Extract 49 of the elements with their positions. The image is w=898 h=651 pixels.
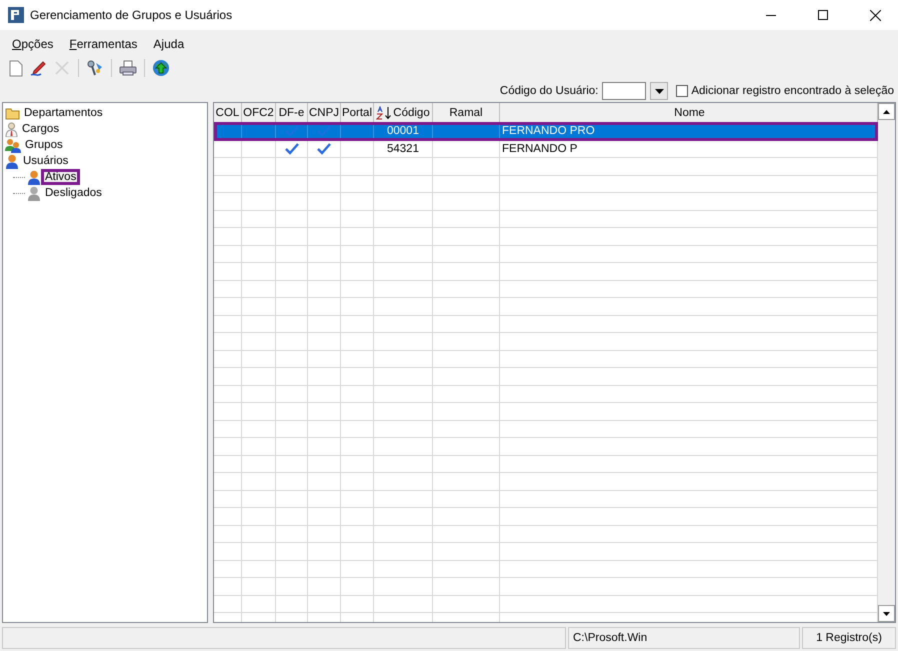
close-icon[interactable] <box>870 10 880 20</box>
menu-item[interactable]: Opções <box>4 35 62 53</box>
column-header[interactable]: Portal <box>341 103 374 122</box>
table-cell: FERNANDO P <box>502 142 578 155</box>
menu-item[interactable]: Ferramentas <box>61 35 146 53</box>
check-icon <box>284 125 298 138</box>
table-row[interactable]: 00001 FERNANDO PRO <box>214 123 878 140</box>
maximize-icon[interactable] <box>818 10 828 20</box>
sort-icon <box>376 106 392 120</box>
person-icon <box>5 122 18 136</box>
user-icon <box>27 186 41 200</box>
minimize-icon[interactable] <box>766 14 776 16</box>
window-title: Gerenciamento de Grupos e Usuários <box>30 8 234 22</box>
check-icon <box>317 125 331 138</box>
tree-item[interactable]: Departamentos <box>22 107 105 119</box>
status-path: C:\Prosoft.Win <box>573 632 648 644</box>
record-count: 1 Registro(s) <box>816 632 882 644</box>
app-logo-icon <box>8 7 24 23</box>
tree-item[interactable]: Cargos <box>20 123 62 135</box>
caret-down-icon <box>654 88 664 94</box>
table-cell: FERNANDO PRO <box>502 125 595 138</box>
column-header[interactable]: OFC2 <box>242 103 276 122</box>
table-cell: 00001 <box>387 125 419 138</box>
user-icon <box>5 154 19 168</box>
column-header[interactable]: Ramal <box>433 103 500 122</box>
check-icon <box>284 142 298 155</box>
caret-down-icon <box>883 612 890 616</box>
table-cell: 54321 <box>387 142 419 155</box>
tree-item[interactable]: Grupos <box>23 139 65 151</box>
field-label: Código do Usuário: <box>500 85 598 97</box>
scroll-up-button[interactable] <box>878 103 895 120</box>
tree-item[interactable]: Desligados <box>43 187 104 199</box>
check-icon <box>317 142 331 155</box>
tree-item[interactable]: Ativos <box>43 171 78 183</box>
dropdown-button[interactable] <box>650 82 668 100</box>
user-icon <box>27 170 41 184</box>
column-header[interactable]: CNPJ <box>308 103 341 122</box>
column-header[interactable]: Código <box>374 103 433 122</box>
checkbox-label: Adicionar registro encontrado à seleção <box>691 85 894 97</box>
checkbox[interactable] <box>676 85 688 97</box>
folder-icon <box>5 106 20 120</box>
group-icon <box>5 138 21 152</box>
caret-up-icon <box>883 110 890 114</box>
menu-item[interactable]: Ajuda <box>145 35 192 53</box>
tree-item[interactable]: Usuários <box>21 155 70 167</box>
scroll-down-button[interactable] <box>878 605 895 622</box>
column-header[interactable]: DF-e <box>276 103 308 122</box>
user-code-field[interactable] <box>602 82 646 100</box>
column-header[interactable]: COL <box>214 103 242 122</box>
